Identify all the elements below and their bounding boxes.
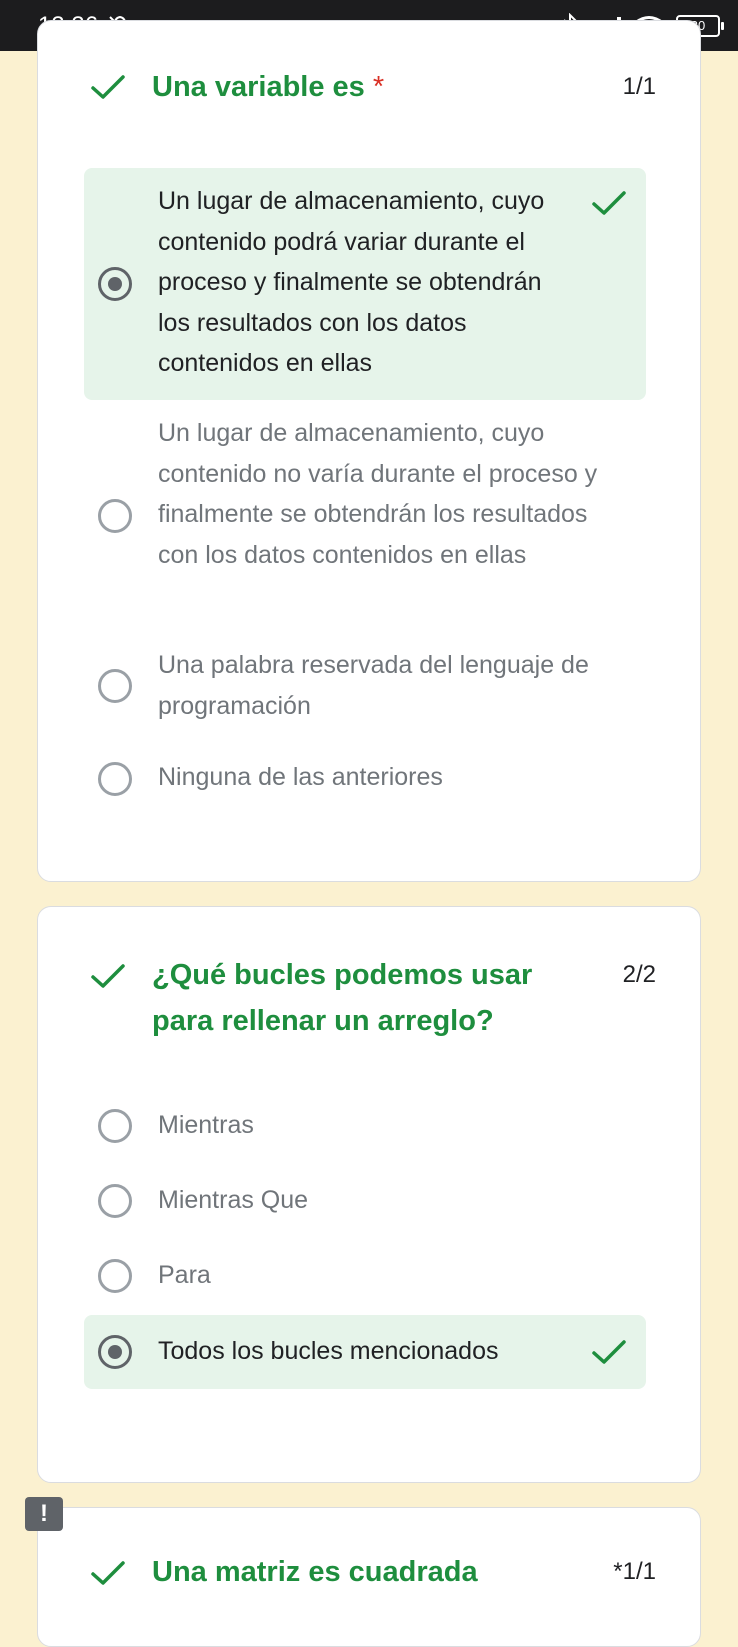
option-label: Ninguna de las anteriores [158, 763, 443, 791]
radio-selected-icon[interactable] [98, 267, 132, 301]
required-asterisk: * [613, 1558, 623, 1585]
question-title-text: Una matriz es cuadrada [152, 1556, 478, 1588]
question-score: 2/2 [622, 961, 656, 988]
radio-unselected-icon[interactable] [98, 1259, 132, 1293]
check-icon [592, 191, 626, 215]
question-score: *1/1 [613, 1549, 656, 1595]
report-icon[interactable]: ! [25, 1497, 63, 1531]
check-icon [91, 1561, 125, 1585]
question-card: ¿Qué bucles podemos usar para rellenar u… [37, 906, 701, 1483]
option-label: Un lugar de almacenamiento, cuyo conteni… [158, 187, 545, 377]
check-icon [91, 964, 125, 988]
option-item[interactable]: Ninguna de las anteriores [84, 757, 646, 801]
question-card: Una variable es * 1/1 Un lugar de almace… [37, 20, 701, 882]
option-item[interactable]: Una palabra reservada del lenguaje de pr… [84, 645, 646, 731]
radio-unselected-icon[interactable] [98, 499, 132, 533]
radio-unselected-icon[interactable] [98, 669, 132, 703]
option-item[interactable]: Un lugar de almacenamiento, cuyo conteni… [84, 413, 646, 621]
question-score-value: 1/1 [622, 1558, 656, 1585]
radio-unselected-icon[interactable] [98, 1184, 132, 1218]
question-card: Una matriz es cuadrada *1/1 [37, 1507, 701, 1647]
option-item[interactable]: Mientras Que [84, 1180, 646, 1224]
option-label: Un lugar de almacenamiento, cuyo conteni… [158, 419, 598, 569]
option-label: Para [158, 1261, 211, 1289]
option-item[interactable]: Mientras [84, 1105, 646, 1149]
option-label: Mientras [158, 1111, 254, 1139]
option-label: Mientras Que [158, 1186, 309, 1214]
option-label: Una palabra reservada del lenguaje de pr… [158, 651, 589, 720]
required-asterisk: * [372, 71, 385, 103]
question-title: ¿Qué bucles podemos usar para rellenar u… [152, 959, 533, 1037]
question-title: Una variable es * [152, 64, 384, 110]
radio-unselected-icon[interactable] [98, 1109, 132, 1143]
check-icon [592, 1340, 626, 1364]
option-item[interactable]: Para [84, 1255, 646, 1299]
radio-unselected-icon[interactable] [98, 762, 132, 796]
check-icon [91, 75, 125, 99]
radio-selected-icon[interactable] [98, 1335, 132, 1369]
option-label: Todos los bucles mencionados [158, 1337, 499, 1365]
question-title-text: Una variable es [152, 71, 365, 103]
option-item[interactable]: Todos los bucles mencionados [84, 1315, 646, 1389]
option-item[interactable]: Un lugar de almacenamiento, cuyo conteni… [84, 168, 646, 400]
question-score: 1/1 [622, 73, 656, 100]
